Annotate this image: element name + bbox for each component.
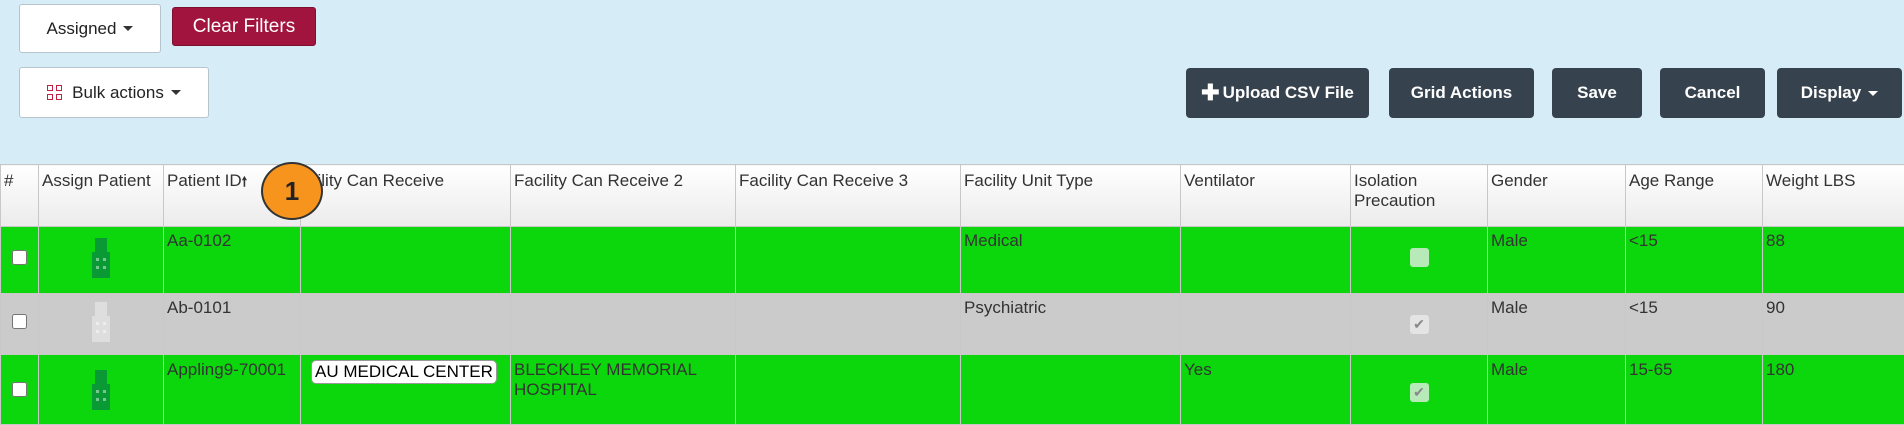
facility-can-receive-cell[interactable] (301, 227, 511, 294)
column-header-number[interactable]: # (1, 165, 39, 227)
age-range-cell[interactable]: <15 (1626, 227, 1763, 294)
facility-can-receive-cell[interactable]: AU MEDICAL CENTER (301, 355, 511, 425)
isolation-checkbox-checked[interactable]: ✔ (1410, 315, 1429, 334)
column-header-facility-unit-type[interactable]: Facility Unit Type (961, 165, 1181, 227)
chevron-down-icon (1868, 91, 1878, 96)
age-range-cell[interactable]: <15 (1626, 294, 1763, 355)
column-header-facility-can-receive[interactable]: cility Can Receive (301, 165, 511, 227)
column-header-assign-patient[interactable]: Assign Patient (39, 165, 164, 227)
age-range-cell[interactable]: 15-65 (1626, 355, 1763, 425)
ventilator-cell[interactable]: Yes (1181, 355, 1351, 425)
patient-id-cell[interactable]: Aa-0102 (164, 227, 301, 294)
facility-unit-type-cell[interactable] (961, 355, 1181, 425)
row-select-cell (1, 227, 39, 294)
patient-id-cell[interactable]: Appling9-70001 (164, 355, 301, 425)
isolation-precaution-cell: ✔ (1351, 294, 1488, 355)
column-header-ventilator[interactable]: Ventilator (1181, 165, 1351, 227)
assigned-label: Assigned (47, 19, 117, 39)
hospital-icon[interactable] (92, 302, 110, 342)
bulk-actions-label: Bulk actions (72, 83, 164, 103)
facility-can-receive-cell[interactable] (301, 294, 511, 355)
assign-patient-cell (39, 227, 164, 294)
column-header-weight-lbs[interactable]: Weight LBS (1763, 165, 1904, 227)
weight-cell[interactable]: 90 (1763, 294, 1904, 355)
isolation-checkbox[interactable] (1410, 248, 1429, 267)
hospital-icon[interactable] (92, 238, 110, 278)
clear-filters-label: Clear Filters (193, 16, 295, 38)
table-row[interactable]: Appling9-70001 AU MEDICAL CENTER BLECKLE… (1, 355, 1904, 425)
sort-ascending-icon[interactable]: 🠕 (242, 174, 248, 189)
step-badge: 1 (261, 162, 323, 220)
patient-id-cell[interactable]: Ab-0101 (164, 294, 301, 355)
isolation-checkbox-checked[interactable]: ✔ (1410, 383, 1429, 402)
chevron-down-icon (171, 90, 181, 95)
column-header-gender[interactable]: Gender (1488, 165, 1626, 227)
weight-cell[interactable]: 180 (1763, 355, 1904, 425)
isolation-precaution-cell: ✔ (1351, 355, 1488, 425)
bulk-actions-dropdown[interactable]: Bulk actions (19, 67, 209, 118)
clear-filters-button[interactable]: Clear Filters (172, 7, 316, 46)
facility-can-receive-editor[interactable]: AU MEDICAL CENTER (311, 360, 497, 384)
facility-can-receive-2-cell[interactable]: BLECKLEY MEMORIAL HOSPITAL (511, 355, 736, 425)
row-select-cell (1, 355, 39, 425)
assign-patient-cell (39, 355, 164, 425)
gender-cell[interactable]: Male (1488, 294, 1626, 355)
grid-actions-button[interactable]: Grid Actions (1389, 68, 1534, 118)
facility-unit-type-cell[interactable]: Medical (961, 227, 1181, 294)
row-select-checkbox[interactable] (12, 250, 27, 265)
cancel-button[interactable]: Cancel (1660, 68, 1765, 118)
patient-id-header-label: Patient ID (167, 171, 242, 190)
ventilator-cell[interactable] (1181, 294, 1351, 355)
display-label: Display (1801, 83, 1861, 103)
upload-csv-button[interactable]: ✚ Upload CSV File (1186, 68, 1369, 118)
table-row[interactable]: Ab-0101 Psychiatric ✔ Male <15 90 (1, 294, 1904, 355)
column-header-isolation-precaution[interactable]: Isolation Precaution (1351, 165, 1488, 227)
facility-can-receive-2-cell[interactable] (511, 227, 736, 294)
column-header-facility-can-receive-2[interactable]: Facility Can Receive 2 (511, 165, 736, 227)
facility-can-receive-2-cell[interactable] (511, 294, 736, 355)
grid-actions-label: Grid Actions (1411, 83, 1512, 103)
facility-can-receive-3-cell[interactable] (736, 355, 961, 425)
facility-can-receive-header-label: cility Can Receive (309, 171, 444, 190)
assign-patient-cell (39, 294, 164, 355)
gender-cell[interactable]: Male (1488, 227, 1626, 294)
facility-unit-type-cell[interactable]: Psychiatric (961, 294, 1181, 355)
facility-can-receive-3-cell[interactable] (736, 227, 961, 294)
hospital-icon[interactable] (92, 370, 110, 410)
cancel-label: Cancel (1685, 83, 1741, 103)
row-select-checkbox[interactable] (12, 314, 27, 329)
chevron-down-icon (123, 26, 133, 31)
weight-cell[interactable]: 88 (1763, 227, 1904, 294)
save-button[interactable]: Save (1552, 68, 1642, 118)
row-select-checkbox[interactable] (12, 382, 27, 397)
row-select-cell (1, 294, 39, 355)
ventilator-cell[interactable] (1181, 227, 1351, 294)
plus-icon: ✚ (1201, 80, 1219, 106)
column-header-facility-can-receive-3[interactable]: Facility Can Receive 3 (736, 165, 961, 227)
assigned-dropdown[interactable]: Assigned (19, 4, 161, 53)
gender-cell[interactable]: Male (1488, 355, 1626, 425)
facility-can-receive-3-cell[interactable] (736, 294, 961, 355)
save-label: Save (1577, 83, 1617, 103)
table-row[interactable]: Aa-0102 Medical Male <15 88 (1, 227, 1904, 294)
column-header-age-range[interactable]: Age Range (1626, 165, 1763, 227)
grid-icon (47, 85, 62, 100)
isolation-precaution-cell (1351, 227, 1488, 294)
upload-csv-label: Upload CSV File (1223, 83, 1354, 103)
display-dropdown[interactable]: Display (1777, 68, 1902, 118)
